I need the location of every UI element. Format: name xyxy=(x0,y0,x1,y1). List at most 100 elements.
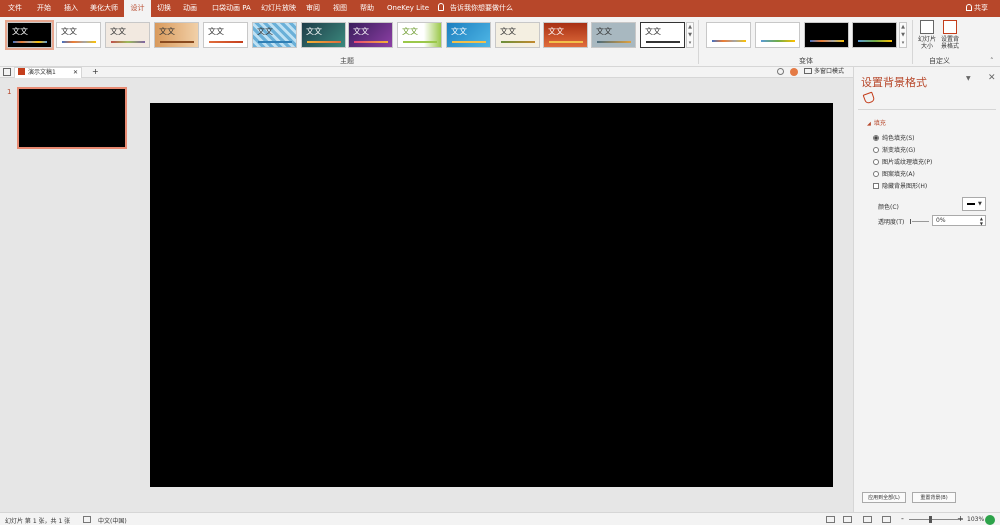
fill-section-label: 填充 xyxy=(873,120,886,127)
zoom-level[interactable]: 103% xyxy=(967,516,984,523)
slide-size-button[interactable]: 幻灯片大小 xyxy=(916,20,938,50)
slideshow-icon[interactable] xyxy=(882,516,891,523)
variant-thumbnail[interactable] xyxy=(706,22,751,48)
theme-thumbnail[interactable]: 文文 xyxy=(348,22,393,48)
color-label: 颜色(C) xyxy=(878,204,899,211)
picture-fill-option[interactable]: 图片或纹理填充(P) xyxy=(873,157,932,166)
new-tab-icon[interactable]: + xyxy=(92,67,99,77)
tab-help[interactable]: 帮助 xyxy=(360,0,374,17)
share-button[interactable]: 共享 xyxy=(966,0,988,17)
reading-view-icon[interactable] xyxy=(863,516,872,523)
theme-thumbnail[interactable]: 文文 xyxy=(56,22,101,48)
language-status[interactable]: 中文(中国) xyxy=(98,516,127,525)
zoom-in-icon[interactable]: + xyxy=(957,514,964,523)
theme-thumbnail[interactable]: 文文 xyxy=(397,22,442,48)
format-background-label: 设置背景格式 xyxy=(940,36,959,50)
tab-onekey[interactable]: OneKey Lite xyxy=(387,0,429,17)
multi-window-button[interactable]: 多窗口模式 xyxy=(804,67,844,77)
slide-thumbnail[interactable] xyxy=(17,87,127,149)
collapse-ribbon-icon[interactable]: ˄ xyxy=(990,57,994,65)
tab-view[interactable]: 视图 xyxy=(333,0,347,17)
zoom-slider-thumb[interactable] xyxy=(929,516,932,523)
variants-gallery-scroll[interactable]: ▲ ▼ ▾ xyxy=(899,22,907,48)
radio-icon[interactable] xyxy=(873,159,879,165)
zoom-out-icon[interactable]: - xyxy=(901,514,904,523)
window-icon xyxy=(804,68,812,74)
spinner-icon[interactable]: ▲ ▼ xyxy=(980,216,983,226)
checkbox-icon[interactable] xyxy=(873,183,879,189)
slide-number: 1 xyxy=(7,88,12,96)
reset-background-button[interactable]: 重置背景(B) xyxy=(912,492,956,503)
accessibility-icon[interactable] xyxy=(83,516,91,523)
variant-thumbnail[interactable] xyxy=(804,22,849,48)
solid-fill-option[interactable]: 纯色填充(S) xyxy=(873,133,915,142)
transparency-input[interactable]: 0% ▲ ▼ xyxy=(932,215,986,226)
tab-transitions[interactable]: 切换 xyxy=(157,0,171,17)
theme-thumbnail[interactable]: 文文 xyxy=(5,20,54,50)
tab-design[interactable]: 设计 xyxy=(124,0,151,17)
design-ribbon: 文文 文文 文文 文文 文文 文文 文文 文文 文文 文文 文文 文文 文文 文… xyxy=(0,17,1000,67)
customize-group-label: 自定义 xyxy=(929,57,950,65)
tab-file[interactable]: 文件 xyxy=(8,0,22,17)
normal-view-icon[interactable] xyxy=(3,68,11,76)
normal-view-icon[interactable] xyxy=(826,516,835,523)
fit-to-window-icon[interactable] xyxy=(985,515,995,525)
color-picker-button[interactable]: ▼ xyxy=(962,197,986,211)
theme-thumbnail[interactable]: 文文 xyxy=(203,22,248,48)
theme-thumbnail[interactable]: 文文 xyxy=(543,22,588,48)
share-label: 共享 xyxy=(974,4,988,12)
format-background-pane: 设置背景格式 ▼ ✕ ◢ 填充 纯色填充(S) 渐变填充(G) 图片或纹理填充(P… xyxy=(853,67,1000,512)
fill-section-header[interactable]: ◢ 填充 xyxy=(867,118,886,127)
tab-beautify[interactable]: 美化大师 xyxy=(90,0,118,17)
divider xyxy=(858,109,996,110)
zoom-slider[interactable] xyxy=(909,519,963,520)
slide-size-label: 幻灯片大小 xyxy=(917,36,936,50)
close-tab-icon[interactable]: ✕ xyxy=(73,68,78,78)
apply-to-all-button[interactable]: 应用到全部(L) xyxy=(862,492,906,503)
status-bar: 幻灯片 第 1 张，共 1 张 中文(中国) - + 103% xyxy=(0,512,1000,525)
tab-slideshow[interactable]: 幻灯片放映 xyxy=(261,0,296,17)
variant-thumbnail[interactable] xyxy=(852,22,897,48)
tab-home[interactable]: 开始 xyxy=(37,0,51,17)
themes-gallery-scroll[interactable]: ▲ ▼ ▾ xyxy=(686,22,694,48)
tell-me-search[interactable]: 告诉我你想要做什么 xyxy=(438,0,513,17)
format-background-button[interactable]: 设置背景格式 xyxy=(939,20,961,50)
gradient-fill-option[interactable]: 渐变填充(G) xyxy=(873,145,915,154)
chevron-down-icon[interactable]: ▼ xyxy=(966,75,971,82)
theme-thumbnail[interactable]: 文文 xyxy=(591,22,636,48)
tab-review[interactable]: 审阅 xyxy=(306,0,320,17)
slide-thumbnail-pane: 1 xyxy=(0,79,140,512)
close-icon[interactable]: ✕ xyxy=(988,73,996,83)
radio-icon[interactable] xyxy=(873,171,879,177)
theme-thumbnail[interactable]: 文文 xyxy=(301,22,346,48)
theme-thumbnail[interactable]: 文文 xyxy=(495,22,540,48)
radio-selected-icon[interactable] xyxy=(873,135,879,141)
tab-pocket-animation[interactable]: 口袋动画 PA xyxy=(212,0,251,17)
transparency-slider[interactable] xyxy=(910,219,929,224)
slide-sorter-icon[interactable] xyxy=(843,516,852,523)
variant-thumbnail[interactable] xyxy=(755,22,800,48)
slide-size-icon xyxy=(920,20,934,34)
theme-thumbnail[interactable]: 文文 xyxy=(154,22,199,48)
fill-color-icon xyxy=(967,199,975,205)
document-tab[interactable]: 演示文稿1 ✕ xyxy=(14,67,82,78)
paint-bucket-icon[interactable] xyxy=(862,91,876,105)
theme-thumbnail[interactable]: 文文 xyxy=(640,22,685,48)
theme-thumbnail[interactable]: 文文 xyxy=(252,22,297,48)
pattern-fill-option[interactable]: 图案填充(A) xyxy=(873,169,915,178)
zoom-search-icon[interactable] xyxy=(777,68,784,75)
slide-editor xyxy=(140,79,853,512)
slide-count-status: 幻灯片 第 1 张，共 1 张 xyxy=(5,518,71,525)
group-divider xyxy=(912,20,913,64)
collapse-triangle-icon: ◢ xyxy=(867,121,871,127)
settings-icon[interactable] xyxy=(790,68,798,76)
hide-graphics-option[interactable]: 隐藏背景图形(H) xyxy=(873,181,927,190)
theme-thumbnail[interactable]: 文文 xyxy=(446,22,491,48)
slide-canvas[interactable] xyxy=(150,103,833,487)
tell-me-text: 告诉我你想要做什么 xyxy=(450,4,513,12)
tab-animations[interactable]: 动画 xyxy=(183,0,197,17)
powerpoint-window: 文件 开始 插入 美化大师 设计 切换 动画 口袋动画 PA 幻灯片放映 审阅 … xyxy=(0,0,1000,525)
radio-icon[interactable] xyxy=(873,147,879,153)
theme-thumbnail[interactable]: 文文 xyxy=(105,22,150,48)
tab-insert[interactable]: 插入 xyxy=(64,0,78,17)
